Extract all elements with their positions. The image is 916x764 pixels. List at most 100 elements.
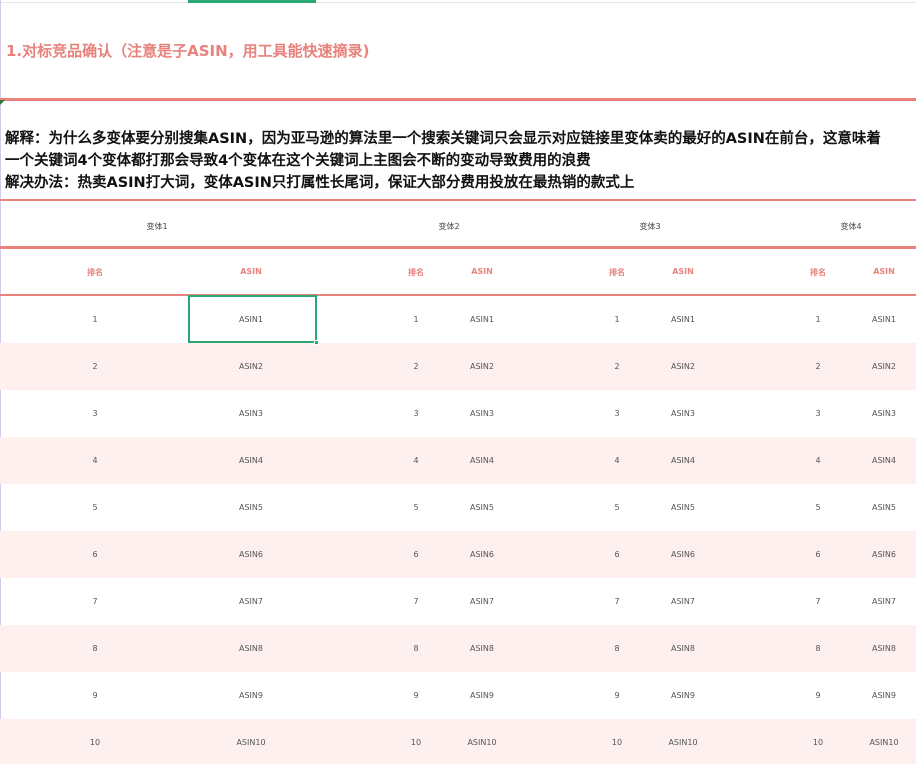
variant-header-1[interactable]: 变体1	[146, 221, 167, 232]
asin-cell[interactable]: ASIN4	[470, 456, 494, 465]
asin-cell[interactable]: ASIN8	[671, 644, 695, 653]
rank-cell[interactable]: 7	[92, 597, 97, 606]
asin-cell[interactable]: ASIN2	[872, 362, 896, 371]
asin-cell[interactable]: ASIN6	[470, 550, 494, 559]
rank-cell[interactable]: 1	[92, 315, 97, 324]
asin-cell[interactable]: ASIN1	[470, 315, 494, 324]
rank-column-header[interactable]: 排名	[609, 267, 625, 278]
asin-cell[interactable]: ASIN6	[671, 550, 695, 559]
asin-cell[interactable]: ASIN2	[239, 362, 263, 371]
asin-cell[interactable]: ASIN5	[872, 503, 896, 512]
asin-cell[interactable]: ASIN7	[239, 597, 263, 606]
rank-cell[interactable]: 4	[614, 456, 619, 465]
rank-cell[interactable]: 8	[815, 644, 820, 653]
rank-cell[interactable]: 2	[413, 362, 418, 371]
rank-column-header[interactable]: 排名	[810, 267, 826, 278]
asin-cell[interactable]: ASIN9	[671, 691, 695, 700]
rank-cell[interactable]: 10	[90, 738, 100, 747]
rank-cell[interactable]: 3	[614, 409, 619, 418]
rank-cell[interactable]: 9	[92, 691, 97, 700]
asin-cell[interactable]: ASIN3	[671, 409, 695, 418]
rank-cell[interactable]: 6	[92, 550, 97, 559]
rank-cell[interactable]: 7	[413, 597, 418, 606]
rank-cell[interactable]: 3	[92, 409, 97, 418]
rank-cell[interactable]: 6	[614, 550, 619, 559]
rank-column-header[interactable]: 排名	[408, 267, 424, 278]
asin-cell[interactable]: ASIN1	[872, 315, 896, 324]
rank-cell[interactable]: 3	[413, 409, 418, 418]
table-row	[0, 437, 916, 484]
rank-cell[interactable]: 6	[413, 550, 418, 559]
rank-cell[interactable]: 1	[413, 315, 418, 324]
rank-cell[interactable]: 1	[614, 315, 619, 324]
asin-cell[interactable]: ASIN10	[668, 738, 697, 747]
asin-cell[interactable]: ASIN9	[470, 691, 494, 700]
asin-cell[interactable]: ASIN8	[470, 644, 494, 653]
rank-cell[interactable]: 10	[411, 738, 421, 747]
rank-cell[interactable]: 2	[815, 362, 820, 371]
asin-cell[interactable]: ASIN3	[239, 409, 263, 418]
asin-cell[interactable]: ASIN7	[872, 597, 896, 606]
rank-cell[interactable]: 4	[815, 456, 820, 465]
active-cell-selection[interactable]	[188, 295, 319, 345]
asin-cell[interactable]: ASIN9	[239, 691, 263, 700]
rank-cell[interactable]: 5	[413, 503, 418, 512]
section-heading: 1.对标竞品确认（注意是子ASIN，用工具能快速摘录)	[6, 42, 370, 60]
asin-column-header[interactable]: ASIN	[471, 267, 493, 276]
variant-header-3[interactable]: 变体3	[639, 221, 660, 232]
explanation-divider	[0, 199, 916, 201]
rank-cell[interactable]: 8	[614, 644, 619, 653]
selected-column-indicator[interactable]	[188, 0, 316, 3]
asin-cell[interactable]: ASIN4	[872, 456, 896, 465]
asin-cell[interactable]: ASIN10	[869, 738, 898, 747]
rank-cell[interactable]: 7	[614, 597, 619, 606]
asin-cell[interactable]: ASIN3	[872, 409, 896, 418]
asin-cell[interactable]: ASIN10	[236, 738, 265, 747]
rank-cell[interactable]: 6	[815, 550, 820, 559]
rank-cell[interactable]: 8	[92, 644, 97, 653]
asin-cell[interactable]: ASIN9	[872, 691, 896, 700]
asin-cell[interactable]: ASIN5	[671, 503, 695, 512]
rank-cell[interactable]: 9	[815, 691, 820, 700]
rank-column-header[interactable]: 排名	[87, 267, 103, 278]
asin-column-header[interactable]: ASIN	[672, 267, 694, 276]
rank-cell[interactable]: 1	[815, 315, 820, 324]
asin-cell[interactable]: ASIN10	[467, 738, 496, 747]
asin-column-header[interactable]: ASIN	[873, 267, 895, 276]
asin-cell[interactable]: ASIN6	[872, 550, 896, 559]
rank-cell[interactable]: 9	[614, 691, 619, 700]
asin-cell[interactable]: ASIN5	[239, 503, 263, 512]
rank-cell[interactable]: 5	[92, 503, 97, 512]
rank-cell[interactable]: 10	[813, 738, 823, 747]
asin-cell[interactable]: ASIN2	[671, 362, 695, 371]
variant-header-divider	[0, 246, 916, 249]
rank-cell[interactable]: 2	[614, 362, 619, 371]
rank-cell[interactable]: 7	[815, 597, 820, 606]
asin-cell[interactable]: ASIN3	[470, 409, 494, 418]
variant-header-2[interactable]: 变体2	[438, 221, 459, 232]
asin-cell[interactable]: ASIN5	[470, 503, 494, 512]
table-row	[0, 672, 916, 719]
rank-cell[interactable]: 5	[614, 503, 619, 512]
asin-cell[interactable]: ASIN4	[671, 456, 695, 465]
rank-cell[interactable]: 4	[413, 456, 418, 465]
asin-cell[interactable]: ASIN7	[671, 597, 695, 606]
rank-cell[interactable]: 8	[413, 644, 418, 653]
rank-cell[interactable]: 2	[92, 362, 97, 371]
rank-cell[interactable]: 3	[815, 409, 820, 418]
asin-cell[interactable]: ASIN7	[470, 597, 494, 606]
variant-header-4[interactable]: 变体4	[840, 221, 861, 232]
fill-handle[interactable]	[314, 340, 319, 345]
asin-cell[interactable]: ASIN4	[239, 456, 263, 465]
rank-cell[interactable]: 5	[815, 503, 820, 512]
rank-cell[interactable]: 4	[92, 456, 97, 465]
asin-cell[interactable]: ASIN8	[239, 644, 263, 653]
asin-column-header[interactable]: ASIN	[240, 267, 262, 276]
asin-cell[interactable]: ASIN1	[671, 315, 695, 324]
asin-cell[interactable]: ASIN6	[239, 550, 263, 559]
rank-cell[interactable]: 10	[612, 738, 622, 747]
explanation-line-3: 解决办法：热卖ASIN打大词，变体ASIN只打属性长尾词，保证大部分费用投放在最…	[5, 175, 635, 191]
rank-cell[interactable]: 9	[413, 691, 418, 700]
asin-cell[interactable]: ASIN2	[470, 362, 494, 371]
asin-cell[interactable]: ASIN8	[872, 644, 896, 653]
